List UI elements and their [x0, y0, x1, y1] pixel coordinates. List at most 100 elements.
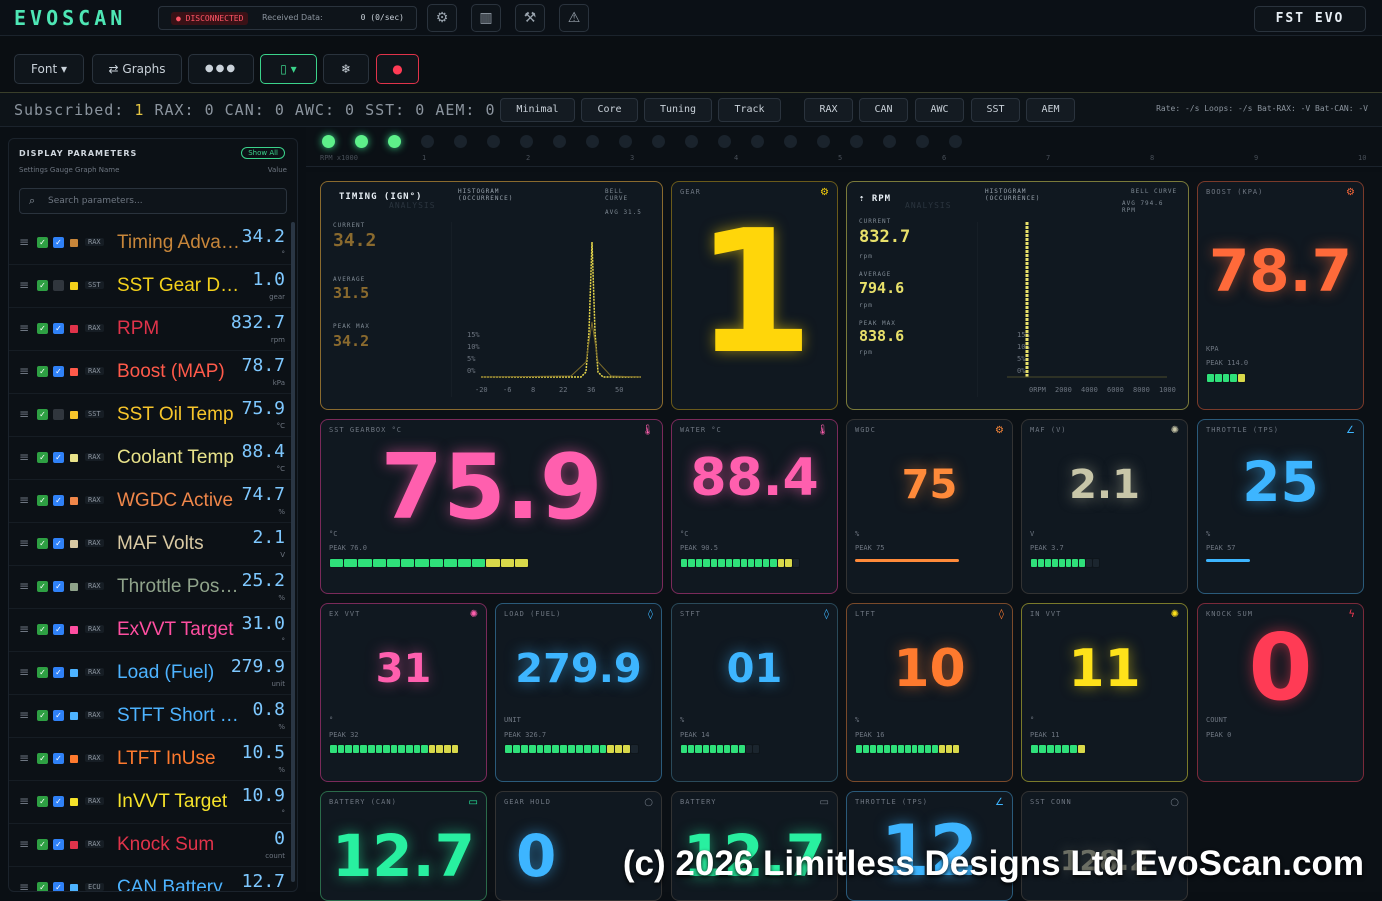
gauge-checkbox[interactable]: ✓: [37, 882, 48, 892]
parameter-row[interactable]: ≡✓SSTSST Oil Temp75.9°C: [9, 394, 291, 437]
color-swatch[interactable]: [70, 325, 78, 333]
search-input[interactable]: ⌕Search parameters...: [19, 188, 287, 214]
drag-handle-icon[interactable]: ≡: [19, 579, 29, 593]
parameter-row[interactable]: ≡✓✓RAXWGDC Active74.7%: [9, 480, 291, 523]
settings-button[interactable]: ⚙: [427, 4, 457, 32]
graph-checkbox[interactable]: ✓: [53, 495, 64, 506]
parameter-row[interactable]: ≡✓✓RAXSTFT Short Term0.8%: [9, 695, 291, 738]
sst-gearbox-card[interactable]: SST GEARBOX °C 🌡 75.9 °C PEAK 76.0: [320, 419, 663, 594]
color-swatch[interactable]: [70, 239, 78, 247]
parameter-row[interactable]: ≡✓✓RAXExVVT Target31.0°: [9, 609, 291, 652]
gauge-checkbox[interactable]: ✓: [37, 452, 48, 463]
drag-handle-icon[interactable]: ≡: [19, 321, 29, 335]
parameter-row[interactable]: ≡✓✓RAXTiming Advance34.2°: [9, 222, 291, 265]
knock-card[interactable]: KNOCK SUM ϟ 0 COUNT PEAK 0: [1197, 603, 1364, 782]
boost-card[interactable]: BOOST (KPA) ⚙ 78.7 KPA PEAK 114.0: [1197, 181, 1364, 410]
font-menu-button[interactable]: Font ▾: [14, 54, 84, 84]
graph-checkbox[interactable]: ✓: [53, 882, 64, 892]
graph-checkbox[interactable]: ✓: [53, 796, 64, 807]
graph-checkbox[interactable]: [53, 280, 64, 291]
graph-checkbox[interactable]: ✓: [53, 366, 64, 377]
graph-checkbox[interactable]: ✓: [53, 538, 64, 549]
maf-card[interactable]: MAF (V) ✺ 2.1 V PEAK 3.7: [1021, 419, 1188, 594]
gauge-checkbox[interactable]: ✓: [37, 753, 48, 764]
color-swatch[interactable]: [70, 798, 78, 806]
color-swatch[interactable]: [70, 884, 78, 892]
color-swatch[interactable]: [70, 755, 78, 763]
parameter-row[interactable]: ≡✓✓RAXThrottle Position25.2%: [9, 566, 291, 609]
log-file-button[interactable]: ▯ ▾: [260, 54, 317, 84]
parameter-row[interactable]: ≡✓✓RAXLoad (Fuel)279.9unit: [9, 652, 291, 695]
gauge-checkbox[interactable]: ✓: [37, 323, 48, 334]
graph-checkbox[interactable]: ✓: [53, 581, 64, 592]
source-aem[interactable]: AEM: [1026, 98, 1075, 122]
throttle-card[interactable]: THROTTLE (TPS) ∠ 25 % PEAK 57: [1197, 419, 1364, 594]
gauge-checkbox[interactable]: ✓: [37, 581, 48, 592]
parameter-row[interactable]: ≡✓✓RAXBoost (MAP)78.7kPa: [9, 351, 291, 394]
source-awc[interactable]: AWC: [915, 98, 964, 122]
drag-handle-icon[interactable]: ≡: [19, 708, 29, 722]
exvvt-card[interactable]: EX VVT ✺ 31 ° PEAK 32: [320, 603, 487, 782]
color-swatch[interactable]: [70, 540, 78, 548]
invvt-card[interactable]: IN VVT ✺ 11 ° PEAK 11: [1021, 603, 1188, 782]
color-swatch[interactable]: [70, 669, 78, 677]
color-swatch[interactable]: [70, 626, 78, 634]
freeze-button[interactable]: ❄: [323, 54, 369, 84]
graphs-button[interactable]: ⇄ Graphs: [92, 54, 182, 84]
battery-can-card[interactable]: BATTERY (CAN) ▭ 12.7: [320, 791, 487, 901]
color-swatch[interactable]: [70, 712, 78, 720]
gauge-checkbox[interactable]: ✓: [37, 237, 48, 248]
more-button[interactable]: ●●●: [188, 54, 254, 84]
drag-handle-icon[interactable]: ≡: [19, 278, 29, 292]
parameter-row[interactable]: ≡✓SSTSST Gear Display1.0gear: [9, 265, 291, 308]
preset-core[interactable]: Core: [581, 98, 638, 122]
drag-handle-icon[interactable]: ≡: [19, 880, 29, 892]
charts-button[interactable]: ▥: [471, 4, 501, 32]
stft-card[interactable]: STFT ◊ 01 % PEAK 14: [671, 603, 838, 782]
rpm-analysis-card[interactable]: ⇡ RPM ANALYSIS HISTOGRAM (OCCURRENCE) BE…: [846, 181, 1189, 410]
parameter-row[interactable]: ≡✓✓RAXRPM832.7rpm: [9, 308, 291, 351]
color-swatch[interactable]: [70, 583, 78, 591]
warnings-button[interactable]: ⚠: [559, 4, 589, 32]
ltft-card[interactable]: LTFT ◊ 10 % PEAK 16: [846, 603, 1013, 782]
color-swatch[interactable]: [70, 282, 78, 290]
parameter-row[interactable]: ≡✓✓RAXLTFT InUse10.5%: [9, 738, 291, 781]
drag-handle-icon[interactable]: ≡: [19, 751, 29, 765]
gauge-checkbox[interactable]: ✓: [37, 796, 48, 807]
graph-checkbox[interactable]: ✓: [53, 237, 64, 248]
water-card[interactable]: WATER °C 🌡 88.4 °C PEAK 90.5: [671, 419, 838, 594]
gauge-checkbox[interactable]: ✓: [37, 538, 48, 549]
color-swatch[interactable]: [70, 411, 78, 419]
parameter-row[interactable]: ≡✓✓RAXCoolant Temp88.4°C: [9, 437, 291, 480]
color-swatch[interactable]: [70, 497, 78, 505]
parameter-row[interactable]: ≡✓✓RAXKnock Sum0count: [9, 824, 291, 867]
drag-handle-icon[interactable]: ≡: [19, 407, 29, 421]
parameter-row[interactable]: ≡✓✓ECUCAN Battery12.7V: [9, 867, 291, 892]
graph-checkbox[interactable]: ✓: [53, 753, 64, 764]
graph-checkbox[interactable]: [53, 409, 64, 420]
color-swatch[interactable]: [70, 454, 78, 462]
drag-handle-icon[interactable]: ≡: [19, 364, 29, 378]
gauge-checkbox[interactable]: ✓: [37, 839, 48, 850]
preset-minimal[interactable]: Minimal: [500, 98, 575, 122]
show-all-button[interactable]: Show All: [241, 147, 285, 159]
gauge-checkbox[interactable]: ✓: [37, 495, 48, 506]
source-sst[interactable]: SST: [971, 98, 1020, 122]
drag-handle-icon[interactable]: ≡: [19, 622, 29, 636]
wgdc-card[interactable]: WGDC ⚙ 75 % PEAK 75: [846, 419, 1013, 594]
graph-checkbox[interactable]: ✓: [53, 624, 64, 635]
gauge-checkbox[interactable]: ✓: [37, 366, 48, 377]
drag-handle-icon[interactable]: ≡: [19, 665, 29, 679]
drag-handle-icon[interactable]: ≡: [19, 837, 29, 851]
gauge-checkbox[interactable]: ✓: [37, 624, 48, 635]
load-card[interactable]: LOAD (FUEL) ◊ 279.9 UNIT PEAK 326.7: [495, 603, 662, 782]
graph-checkbox[interactable]: ✓: [53, 323, 64, 334]
drag-handle-icon[interactable]: ≡: [19, 450, 29, 464]
source-can[interactable]: CAN: [859, 98, 908, 122]
gauge-checkbox[interactable]: ✓: [37, 280, 48, 291]
color-swatch[interactable]: [70, 368, 78, 376]
preset-tuning[interactable]: Tuning: [644, 98, 712, 122]
drag-handle-icon[interactable]: ≡: [19, 493, 29, 507]
tools-button[interactable]: ⚒: [515, 4, 545, 32]
gear-card[interactable]: GEAR ⚙ 1: [671, 181, 838, 410]
